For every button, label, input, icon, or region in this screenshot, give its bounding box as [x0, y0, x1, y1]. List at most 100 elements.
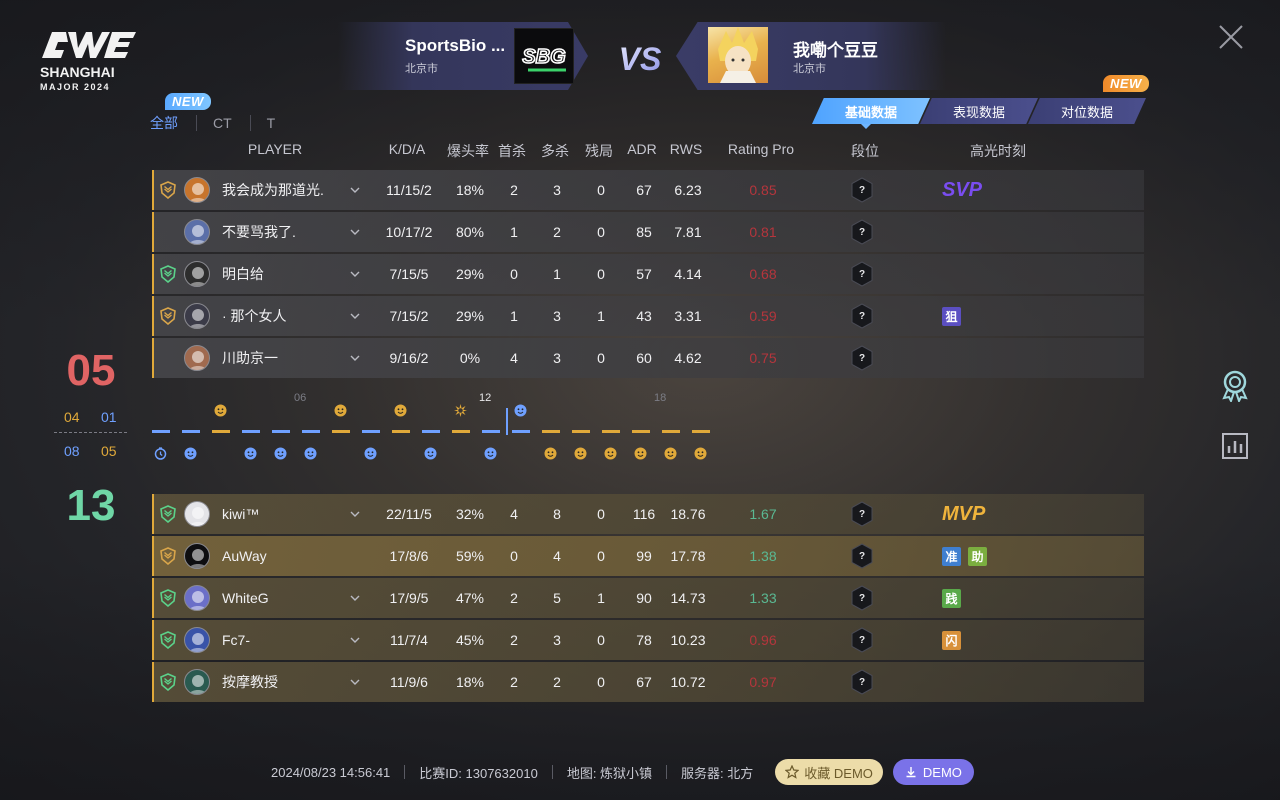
round-segment[interactable] — [242, 430, 260, 433]
filter-tab-all[interactable]: 全部 — [150, 113, 178, 133]
player-badge — [160, 662, 178, 702]
player-row[interactable]: 按摩教授 11/9/6 18% 2 2 0 67 10.72 0.97? — [152, 662, 1144, 702]
round-segment[interactable] — [452, 430, 470, 433]
download-demo-button[interactable]: DEMO — [892, 759, 974, 785]
round-segment[interactable] — [272, 430, 290, 433]
multi-kill-value: 5 — [553, 590, 561, 606]
rank-badge[interactable]: ? — [847, 338, 877, 378]
player-name[interactable]: 不要骂我了. — [222, 212, 342, 252]
rank-badge[interactable]: ? — [847, 254, 877, 294]
highlight-cell: 准助 — [942, 536, 1082, 576]
round-segment[interactable] — [542, 430, 560, 433]
mvp-badge: MVP — [942, 502, 986, 525]
team-a-name: SportsBio ... — [405, 36, 506, 55]
avatar[interactable] — [184, 303, 210, 329]
rank-badge[interactable]: ? — [847, 662, 877, 702]
avatar[interactable] — [184, 345, 210, 371]
favorite-demo-label: 收藏 DEMO — [804, 765, 873, 781]
rank-badge[interactable]: ? — [847, 170, 877, 210]
avatar[interactable] — [184, 219, 210, 245]
player-name[interactable]: 我会成为那道光. — [222, 170, 342, 210]
expand-player-button[interactable] — [350, 296, 362, 336]
multi-kill-value: 8 — [553, 506, 561, 522]
team-a-logo-text: SBG — [522, 46, 565, 68]
rank-badge[interactable]: ? — [847, 494, 877, 534]
avatar[interactable] — [184, 543, 210, 569]
player-name[interactable]: 明白给 — [222, 254, 342, 294]
round-segment[interactable] — [512, 430, 530, 433]
rank-badge[interactable]: ? — [847, 578, 877, 618]
rank-badge[interactable]: ? — [847, 212, 877, 252]
footer-divider — [404, 765, 406, 779]
expand-player-button[interactable] — [350, 338, 362, 378]
round-segment[interactable] — [602, 430, 620, 433]
favorite-demo-button[interactable]: 收藏 DEMO — [775, 759, 883, 785]
player-name[interactable]: Fc7- — [222, 620, 342, 660]
stats-chart-button[interactable] — [1218, 430, 1252, 464]
round-segment[interactable] — [182, 430, 200, 433]
rank-badge[interactable]: ? — [847, 536, 877, 576]
expand-player-button[interactable] — [350, 170, 362, 210]
player-row[interactable]: Fc7- 11/7/4 45% 2 3 0 78 10.23 0.96? 闪 — [152, 620, 1144, 660]
timer-icon — [154, 447, 167, 460]
player-row[interactable]: WhiteG 17/9/5 47% 2 5 1 90 14.73 1.33? 践 — [152, 578, 1144, 618]
clutch-value: 0 — [597, 674, 605, 690]
rank-label: ? — [858, 268, 866, 280]
expand-player-button[interactable] — [350, 620, 362, 660]
rws-value: 10.72 — [670, 674, 706, 690]
player-row[interactable]: 我会成为那道光. 11/15/2 18% 2 3 0 67 6.23 0.85? SVP — [152, 170, 1144, 210]
tab-matchup[interactable]: 对位数据 — [1028, 98, 1146, 124]
tab-divider — [249, 115, 251, 131]
filter-tab-t[interactable]: T — [267, 115, 276, 131]
round-segment[interactable] — [302, 430, 320, 433]
round-segment[interactable] — [632, 430, 650, 433]
avatar[interactable] — [184, 669, 210, 695]
expand-player-button[interactable] — [350, 662, 362, 702]
avatar[interactable] — [184, 627, 210, 653]
expand-player-button[interactable] — [350, 254, 362, 294]
avatar[interactable] — [184, 177, 210, 203]
player-name[interactable]: 川助京一 — [222, 338, 342, 378]
player-name[interactable]: WhiteG — [222, 578, 342, 618]
round-segment[interactable] — [392, 430, 410, 433]
player-row[interactable]: AuWay 17/8/6 59% 0 4 0 99 17.78 1.38? 准助 — [152, 536, 1144, 576]
avatar[interactable] — [184, 261, 210, 287]
expand-player-button[interactable] — [350, 578, 362, 618]
round-segment[interactable] — [662, 430, 680, 433]
expand-player-button[interactable] — [350, 212, 362, 252]
col-adr: ADR — [627, 141, 657, 157]
round-segment[interactable] — [572, 430, 590, 433]
player-row[interactable]: 不要骂我了. 10/17/2 80% 1 2 0 85 7.81 0.81? — [152, 212, 1144, 252]
round-segment[interactable] — [692, 430, 710, 433]
team-b-round-win-icon — [514, 404, 527, 417]
avatar[interactable] — [184, 501, 210, 527]
smiley-svg — [244, 447, 257, 460]
expand-player-button[interactable] — [350, 494, 362, 534]
player-name[interactable]: 按摩教授 — [222, 662, 342, 702]
rank-badge[interactable]: ? — [847, 296, 877, 336]
tab-basic-stats[interactable]: 基础数据 — [812, 98, 930, 124]
player-row[interactable]: · 那个女人 7/15/2 29% 1 3 1 43 3.31 0.59? 狙 — [152, 296, 1144, 336]
round-segment[interactable] — [362, 430, 380, 433]
round-segment[interactable] — [212, 430, 230, 433]
close-button[interactable] — [1216, 22, 1246, 52]
avatar-cell — [184, 254, 212, 294]
player-name[interactable]: AuWay — [222, 536, 342, 576]
round-segment[interactable] — [332, 430, 350, 433]
tab-performance[interactable]: 表现数据 — [920, 98, 1038, 124]
round-segment[interactable] — [422, 430, 440, 433]
player-row[interactable]: 明白给 7/15/5 29% 0 1 0 57 4.14 0.68? — [152, 254, 1144, 294]
team-a-round-win-icon — [574, 447, 587, 460]
player-row[interactable]: kiwi™ 22/11/5 32% 4 8 0 116 18.76 1.67? MVP — [152, 494, 1144, 534]
round-segment[interactable] — [482, 430, 500, 433]
round-tick-label: 12 — [479, 392, 492, 404]
round-segment[interactable] — [152, 430, 170, 433]
rank-badge[interactable]: ? — [847, 620, 877, 660]
avatar[interactable] — [184, 585, 210, 611]
player-badge — [160, 170, 178, 210]
player-name[interactable]: kiwi™ — [222, 494, 342, 534]
player-row[interactable]: 川助京一 9/16/2 0% 4 3 0 60 4.62 0.75? — [152, 338, 1144, 378]
filter-tab-ct[interactable]: CT — [213, 115, 232, 131]
player-name[interactable]: · 那个女人 — [222, 296, 342, 336]
medal-button[interactable] — [1218, 368, 1252, 404]
